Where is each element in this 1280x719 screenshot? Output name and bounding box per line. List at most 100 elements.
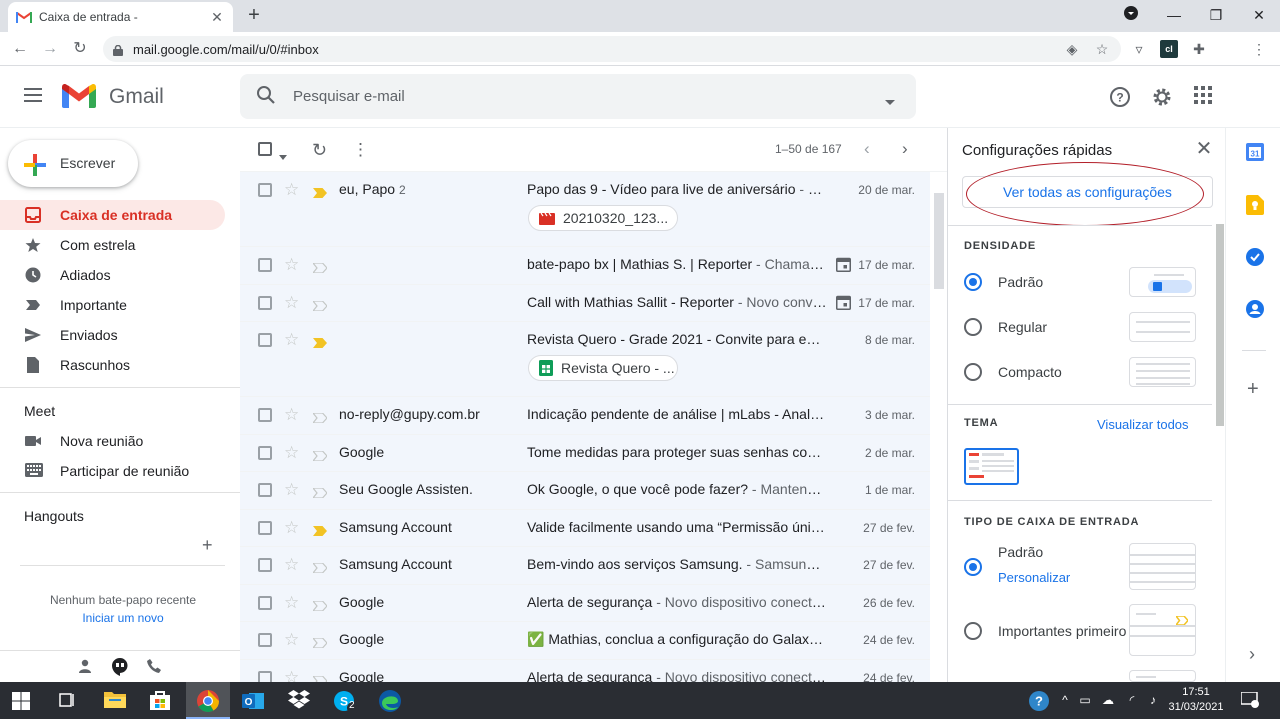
star-icon[interactable]: ☆	[284, 519, 299, 536]
main-menu-icon[interactable]	[24, 88, 42, 102]
star-icon[interactable]: ☆	[284, 406, 299, 423]
chrome-taskbar-button[interactable]	[186, 682, 230, 719]
older-page-icon[interactable]: ›	[902, 139, 908, 159]
contacts-icon[interactable]	[1246, 300, 1264, 321]
important-marker-icon[interactable]	[313, 185, 327, 198]
show-hidden-icons-icon[interactable]: ^	[1057, 693, 1073, 709]
row-checkbox[interactable]	[258, 520, 272, 535]
new-tab-button[interactable]: +	[243, 4, 265, 26]
hangouts-chat-icon[interactable]	[112, 658, 128, 679]
minimize-icon[interactable]: —	[1160, 4, 1188, 26]
table-row[interactable]: ☆ bate-papo bx | Mathias S. | Reporter -…	[240, 247, 930, 285]
density-compact-radio[interactable]	[964, 363, 982, 381]
bookmark-star-icon[interactable]: ☆	[1093, 40, 1111, 58]
row-checkbox[interactable]	[258, 633, 272, 647]
row-checkbox[interactable]	[258, 558, 272, 572]
select-dropdown-icon[interactable]	[279, 147, 287, 163]
important-marker-icon[interactable]	[311, 598, 328, 612]
forward-icon[interactable]: →	[39, 38, 61, 60]
star-icon[interactable]: ☆	[284, 481, 299, 498]
table-row[interactable]: ☆ Samsung Account Valide facilmente usand…	[240, 509, 930, 547]
settings-gear-icon[interactable]	[1151, 86, 1173, 108]
search-input[interactable]: Pesquisar e-mail	[293, 88, 405, 105]
table-row[interactable]: ☆ Google ✅ Mathias, conclua a configuraçã…	[240, 622, 930, 660]
row-checkbox[interactable]	[258, 183, 272, 197]
sidebar-item-snoozed[interactable]: Adiados	[0, 260, 225, 290]
refresh-icon[interactable]: ↻	[312, 140, 327, 161]
start-new-chat-link[interactable]: Iniciar um novo	[0, 611, 246, 625]
onedrive-error-icon[interactable]: ☁	[1100, 693, 1116, 709]
search-bar[interactable]: Pesquisar e-mail	[240, 74, 916, 119]
attachment-chip[interactable]: Revista Quero - ...	[528, 355, 678, 381]
compose-button[interactable]: Escrever	[8, 140, 138, 187]
eye-extension-icon[interactable]: ◈	[1063, 40, 1081, 58]
customize-link[interactable]: Personalizar	[998, 570, 1070, 585]
battery-icon[interactable]: ▭	[1077, 693, 1093, 709]
star-icon[interactable]: ☆	[284, 294, 299, 311]
notifications-icon[interactable]	[1240, 691, 1259, 708]
important-marker-icon[interactable]	[311, 485, 328, 499]
theme-thumbnail[interactable]	[964, 448, 1019, 485]
dropbox-icon[interactable]	[288, 690, 310, 712]
help-tray-icon[interactable]: ?	[1029, 691, 1049, 711]
important-marker-icon[interactable]	[311, 410, 328, 424]
window-close-icon[interactable]: ✕	[1245, 4, 1273, 26]
sidebar-item-important[interactable]: Importante	[0, 290, 225, 320]
puzzle-extensions-icon[interactable]: ✚	[1190, 40, 1208, 58]
join-meeting-item[interactable]: Participar de reunião	[0, 456, 225, 486]
quick-settings-scrollbar[interactable]	[1216, 224, 1224, 426]
volume-icon[interactable]: ♪	[1145, 693, 1161, 709]
skype-icon[interactable]: S2	[333, 690, 359, 714]
important-marker-icon[interactable]	[311, 298, 328, 312]
important-marker-icon[interactable]	[311, 673, 328, 687]
star-icon[interactable]: ☆	[284, 594, 299, 611]
star-icon[interactable]: ☆	[284, 444, 299, 461]
sidebar-item-sent[interactable]: Enviados	[0, 320, 225, 350]
star-icon[interactable]: ☆	[284, 556, 299, 573]
gmail-logo-icon[interactable]	[62, 83, 96, 108]
row-checkbox[interactable]	[258, 333, 272, 347]
browser-tab[interactable]: Caixa de entrada - ✕	[8, 2, 233, 32]
close-icon[interactable]: ✕	[1195, 139, 1213, 159]
outlook-icon[interactable]: O	[242, 690, 264, 712]
person-icon[interactable]	[78, 659, 92, 676]
star-icon[interactable]: ☆	[284, 631, 299, 648]
apps-grid-icon[interactable]	[1192, 86, 1214, 108]
more-options-icon[interactable]: ⋮	[352, 140, 369, 160]
chrome-menu-icon[interactable]: ⋮	[1250, 40, 1268, 58]
table-row[interactable]: ☆ eu, Papo 2 Papo das 9 - Vídeo para live …	[240, 172, 930, 247]
important-marker-icon[interactable]	[311, 260, 328, 274]
mail-list-scrollbar[interactable]	[934, 193, 944, 289]
new-meeting-item[interactable]: Nova reunião	[0, 426, 225, 456]
table-row[interactable]: ☆ no-reply@gupy.com.br Indicação pendente…	[240, 397, 930, 435]
search-options-icon[interactable]	[884, 93, 896, 109]
table-row[interactable]: ☆ Seu Google Assisten. Ok Google, o que v…	[240, 472, 930, 510]
density-default-radio[interactable]	[964, 273, 982, 291]
table-row[interactable]: ☆ Call with Mathias Sallit - Reporter - …	[240, 284, 930, 322]
row-checkbox[interactable]	[258, 295, 272, 310]
newer-page-icon[interactable]: ‹	[864, 139, 870, 159]
star-icon[interactable]: ☆	[284, 331, 299, 348]
maximize-icon[interactable]: ❐	[1202, 4, 1230, 26]
phone-icon[interactable]	[147, 659, 161, 676]
add-hangout-icon[interactable]: +	[202, 535, 213, 556]
pocket-icon[interactable]: ▿	[1130, 40, 1148, 58]
extension-icon[interactable]: cl	[1160, 40, 1178, 58]
edge-icon[interactable]	[379, 690, 401, 712]
row-checkbox[interactable]	[258, 445, 272, 460]
taskbar-clock[interactable]: 17:51 31/03/2021	[1166, 685, 1226, 715]
row-checkbox[interactable]	[258, 483, 272, 497]
important-marker-icon[interactable]	[313, 523, 327, 536]
task-view-icon[interactable]	[57, 690, 79, 712]
select-all-checkbox[interactable]	[258, 142, 272, 156]
important-first-radio[interactable]	[964, 622, 982, 640]
store-icon[interactable]	[149, 690, 171, 712]
windows-start-icon[interactable]	[12, 692, 34, 714]
row-checkbox[interactable]	[258, 595, 272, 610]
important-marker-icon[interactable]	[313, 335, 327, 348]
table-row[interactable]: ☆ Google Tome medidas para proteger suas …	[240, 434, 930, 472]
sidebar-item-drafts[interactable]: Rascunhos	[0, 350, 225, 380]
wifi-icon[interactable]: ◜	[1124, 693, 1140, 709]
search-icon[interactable]	[256, 85, 276, 108]
tab-close-icon[interactable]: ✕	[209, 9, 225, 26]
